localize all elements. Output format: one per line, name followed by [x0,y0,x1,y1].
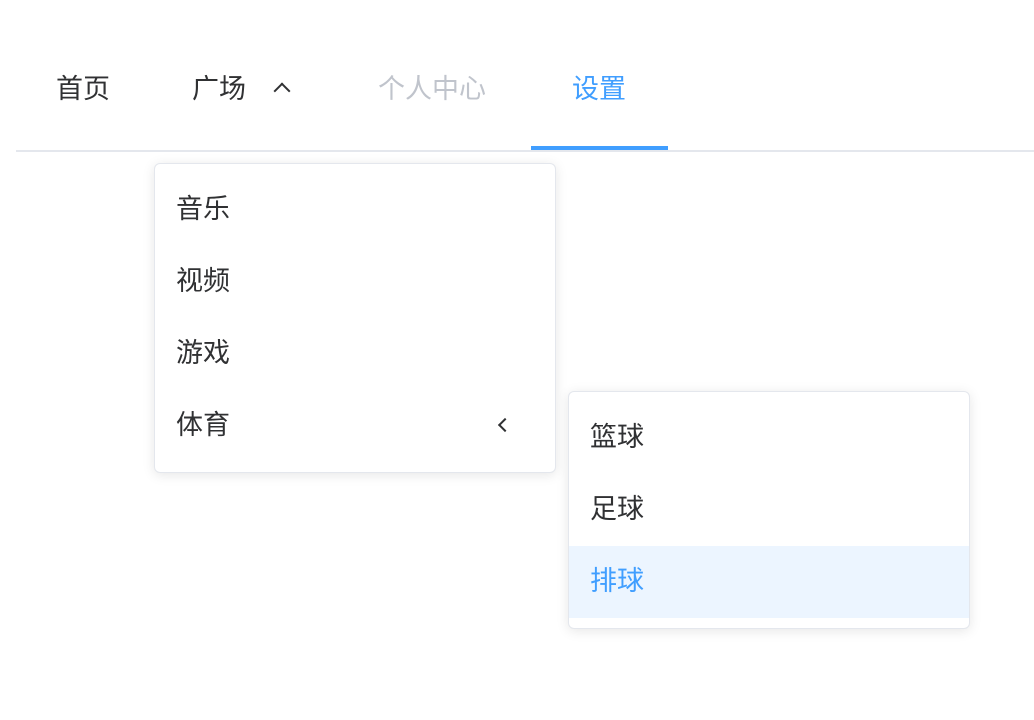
menu-item-label: 视频 [176,266,230,297]
nav-item-label: 设置 [572,74,626,105]
menu-item-football[interactable]: 足球 [569,474,969,546]
menu-item-label: 篮球 [590,422,644,453]
plaza-dropdown-menu: 音乐 视频 游戏 体育 [154,163,556,473]
active-tab-indicator [531,146,668,150]
menu-item-label: 体育 [176,410,230,441]
nav-item-settings[interactable]: 设置 [572,30,626,150]
menu-item-volleyball[interactable]: 排球 [569,546,969,618]
nav-item-label: 个人中心 [378,74,486,105]
menu-item-sports[interactable]: 体育 [155,390,555,462]
top-menu-bar: 首页 广场 个人中心 设置 [16,30,1034,152]
menu-item-video[interactable]: 视频 [155,246,555,318]
nav-item-label: 广场 [192,74,246,105]
menu-item-label: 游戏 [176,338,230,369]
nav-item-home[interactable]: 首页 [56,30,110,150]
sports-submenu: 篮球 足球 排球 [568,391,970,629]
nav-item-label: 首页 [56,74,110,105]
menu-item-label: 足球 [590,494,644,525]
chevron-left-icon [497,420,509,432]
menu-item-label: 排球 [590,566,644,597]
menu-item-music[interactable]: 音乐 [155,174,555,246]
nav-item-personal-center[interactable]: 个人中心 [378,30,486,150]
chevron-up-icon [274,80,288,94]
menu-item-basketball[interactable]: 篮球 [569,402,969,474]
menu-item-games[interactable]: 游戏 [155,318,555,390]
nav-item-plaza[interactable]: 广场 [192,30,288,150]
menu-item-label: 音乐 [176,194,230,225]
